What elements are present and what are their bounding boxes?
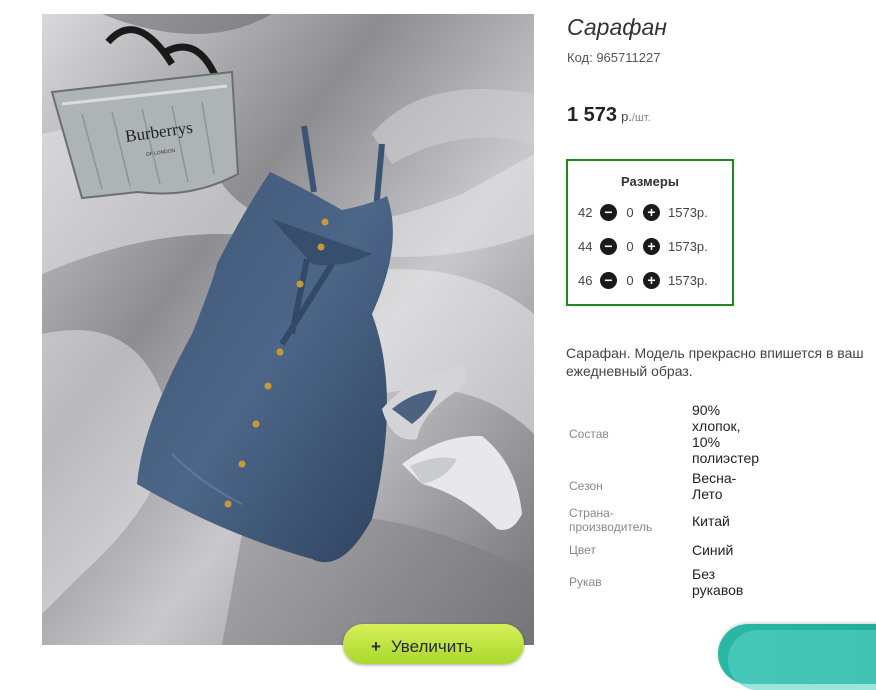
spec-value: Синий [692,542,734,558]
quantity-value: 0 [626,204,634,220]
zoom-button-label: Увеличить [390,637,473,656]
spec-label: Рукав [569,575,602,589]
product-photo[interactable]: Burberrys OF LONDON [42,14,534,645]
plus-icon[interactable]: + [643,271,660,289]
product-image: Burberrys OF LONDON [42,14,534,645]
minus-icon[interactable]: − [600,237,617,255]
size-price: 1573р. [668,204,708,220]
plus-icon[interactable]: + [643,237,660,255]
sizes-panel: Размеры 42 − 0 + 1573р. 44 − 0 + 1573р. … [566,159,734,306]
zoom-button[interactable]: + Увеличить [343,624,524,664]
size-label: 42 [578,204,593,220]
product-sku: Код: 965711227 [567,50,661,65]
product-title: Сарафан [567,14,667,40]
price-amount: 1 573 [567,104,618,126]
product-description: Сарафан. Модель прекрасно впишется в ваш… [566,345,864,379]
size-row: 46 − 0 + 1573р. [578,270,708,290]
sizes-title: Размеры [621,174,679,189]
spec-label: Сезон [569,479,603,493]
plus-icon: + [371,637,381,656]
spec-label: Страна-производитель [569,506,653,534]
size-price: 1573р. [668,238,708,254]
spec-value: 90% хлопок, 10% полиэстер [692,402,760,466]
size-row: 42 − 0 + 1573р. [578,202,708,222]
price-unit: /шт. [631,112,651,124]
spec-value: Китай [692,513,730,529]
size-row: 44 − 0 + 1573р. [578,236,708,256]
plus-icon[interactable]: + [643,203,660,221]
price-currency: р. [621,109,632,124]
spec-value: Весна-Лето [692,470,737,502]
spec-label: Цвет [569,543,596,557]
quantity-value: 0 [626,238,634,254]
minus-icon[interactable]: − [600,203,617,221]
size-label: 44 [578,238,593,254]
size-label: 46 [578,272,593,288]
product-price: 1 573 р./шт. [567,104,651,127]
spec-value: Без рукавов [692,566,744,598]
teal-action-button[interactable] [718,624,876,690]
quantity-value: 0 [626,272,634,288]
size-price: 1573р. [668,272,708,288]
spec-label: Состав [569,427,609,441]
minus-icon[interactable]: − [600,271,617,289]
